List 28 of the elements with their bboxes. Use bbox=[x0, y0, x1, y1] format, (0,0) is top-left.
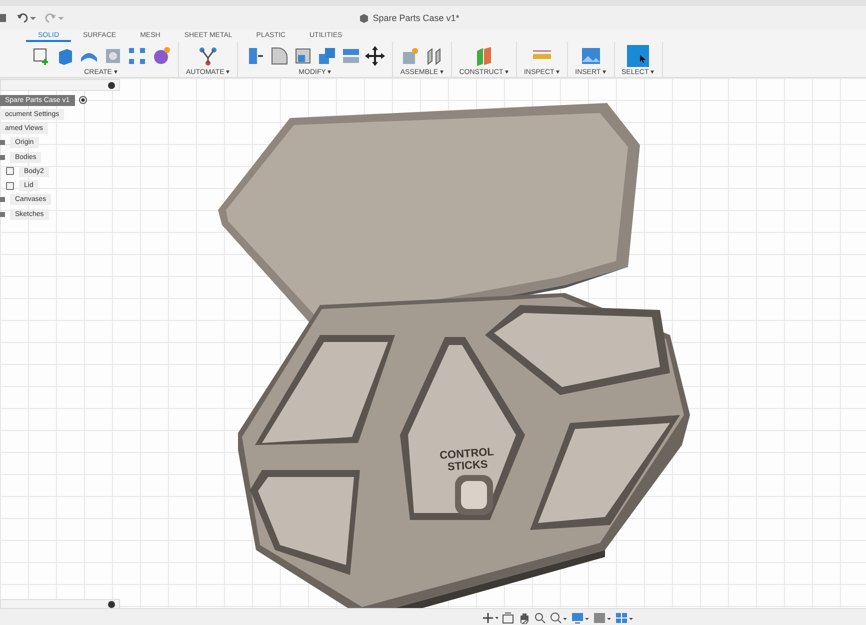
folder-icon bbox=[0, 197, 5, 202]
orbit-icon[interactable] bbox=[482, 612, 498, 624]
image-icon[interactable] bbox=[580, 46, 601, 66]
move-icon[interactable] bbox=[365, 46, 386, 66]
zoom-icon[interactable] bbox=[534, 612, 546, 624]
shell-icon[interactable] bbox=[293, 46, 314, 66]
fit-zoom-icon[interactable] bbox=[550, 612, 568, 624]
form-icon[interactable] bbox=[151, 46, 171, 66]
undo-icon[interactable] bbox=[16, 12, 36, 24]
cube-icon bbox=[358, 13, 369, 23]
folder-icon bbox=[0, 140, 5, 146]
select-icon[interactable] bbox=[627, 45, 650, 67]
folder-icon bbox=[0, 212, 5, 217]
fillet-icon[interactable] bbox=[269, 46, 290, 66]
sketch-icon[interactable] bbox=[31, 46, 51, 66]
automate-icon[interactable] bbox=[198, 46, 218, 66]
panel-toggle-icon[interactable] bbox=[108, 600, 115, 608]
pattern-icon[interactable] bbox=[127, 46, 147, 66]
grid-display-icon[interactable] bbox=[594, 612, 612, 624]
radio-icon[interactable] bbox=[78, 96, 87, 104]
display-icon[interactable] bbox=[572, 612, 590, 624]
engraved-label: CONTROL STICKS bbox=[439, 446, 494, 474]
viewports-icon[interactable] bbox=[616, 612, 634, 624]
window-title: Spare Parts Case v1* bbox=[372, 13, 460, 23]
folder-icon bbox=[0, 154, 5, 160]
look-at-icon[interactable] bbox=[502, 612, 514, 624]
panel-toggle-icon[interactable] bbox=[108, 82, 115, 88]
combine-icon[interactable] bbox=[317, 46, 338, 66]
